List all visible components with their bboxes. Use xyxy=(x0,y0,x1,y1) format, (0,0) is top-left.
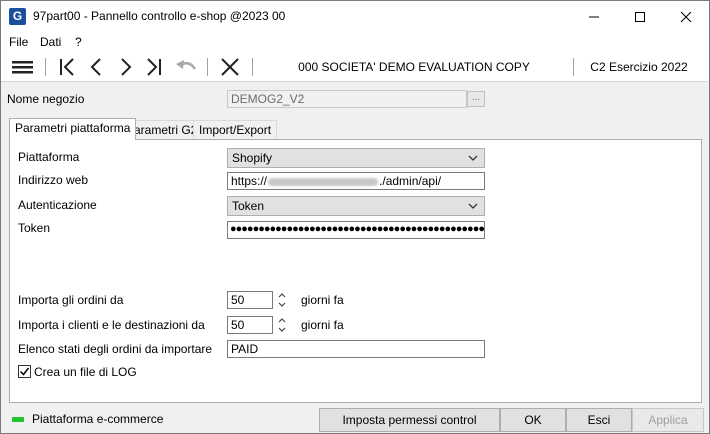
set-permissions-button[interactable]: Imposta permessi control xyxy=(319,408,500,432)
clients-unit: giorni fa xyxy=(301,318,344,332)
close-window-button[interactable] xyxy=(663,1,709,32)
maximize-icon xyxy=(635,12,645,22)
toolbar: 000 SOCIETA' DEMO EVALUATION COPY C2 Ese… xyxy=(1,52,709,82)
menu-button[interactable] xyxy=(10,55,36,79)
web-address-input[interactable]: https:// ./admin/api/ xyxy=(227,172,485,190)
menu-bar: File Dati ? xyxy=(1,32,709,52)
clients-days-value[interactable]: 50 xyxy=(227,316,273,334)
esci-button[interactable]: Esci xyxy=(566,408,632,432)
auth-select[interactable]: Token xyxy=(227,196,485,216)
web-address-label: Indirizzo web xyxy=(18,173,89,187)
orders-unit: giorni fa xyxy=(301,293,344,307)
token-label: Token xyxy=(18,221,51,235)
store-name-label: Nome negozio xyxy=(7,92,85,106)
previous-record-button[interactable] xyxy=(83,55,109,79)
ok-button[interactable]: OK xyxy=(500,408,566,432)
store-lookup-button[interactable]: ... xyxy=(467,91,485,107)
checkmark-icon xyxy=(19,367,30,376)
menu-file[interactable]: File xyxy=(9,35,28,49)
status-bar: Piattaforma e-commerce Imposta permessi … xyxy=(1,405,709,433)
toolbar-separator xyxy=(573,58,574,76)
first-record-icon xyxy=(60,58,74,76)
minimize-button[interactable] xyxy=(571,1,617,32)
menu-icon xyxy=(12,61,33,74)
redacted-text xyxy=(268,177,379,186)
close-icon xyxy=(680,11,692,23)
chevron-down-icon xyxy=(468,155,478,161)
menu-help[interactable]: ? xyxy=(75,35,82,49)
next-record-button[interactable] xyxy=(113,55,139,79)
last-record-icon xyxy=(147,58,161,76)
company-name: 000 SOCIETA' DEMO EVALUATION COPY xyxy=(298,60,530,74)
status-led-icon xyxy=(12,417,24,422)
log-checkbox-label[interactable]: Crea un file di LOG xyxy=(34,365,137,379)
toolbar-separator xyxy=(45,58,46,76)
close-x-icon xyxy=(221,58,239,76)
menu-dati[interactable]: Dati xyxy=(40,35,61,49)
undo-icon xyxy=(176,60,197,70)
auth-label: Autenticazione xyxy=(18,198,97,212)
platform-label: Piattaforma xyxy=(18,150,80,164)
toolbar-separator xyxy=(252,58,253,76)
minimize-icon xyxy=(589,16,599,18)
stepper-arrows-icon[interactable] xyxy=(275,291,289,309)
undo-button[interactable] xyxy=(173,55,199,79)
stepper-arrows-icon[interactable] xyxy=(275,316,289,334)
title-bar: G 97part00 - Pannello controllo e-shop @… xyxy=(1,1,709,32)
app-window: G 97part00 - Pannello controllo e-shop @… xyxy=(0,0,710,434)
orders-days-value[interactable]: 50 xyxy=(227,291,273,309)
toolbar-separator xyxy=(207,58,208,76)
first-record-button[interactable] xyxy=(55,55,81,79)
auth-select-value: Token xyxy=(232,199,265,213)
orders-label: Importa gli ordini da xyxy=(18,293,124,307)
delete-button[interactable] xyxy=(217,55,243,79)
log-checkbox[interactable] xyxy=(18,365,31,378)
order-states-label: Elenco stati degli ordini da importare xyxy=(18,342,213,356)
status-text: Piattaforma e-commerce xyxy=(32,412,164,426)
tab-import-export[interactable]: Import/Export xyxy=(193,120,278,140)
web-address-suffix: ./admin/api/ xyxy=(379,174,442,188)
chevron-down-icon xyxy=(468,203,478,209)
app-logo-icon: G xyxy=(9,8,26,25)
order-states-input[interactable]: PAID xyxy=(227,340,485,358)
platform-select-value: Shopify xyxy=(232,151,273,165)
web-address-prefix: https:// xyxy=(231,174,268,188)
platform-select[interactable]: Shopify xyxy=(227,148,485,168)
applica-button[interactable]: Applica xyxy=(632,408,704,432)
clients-label: Importa i clienti e le destinazioni da xyxy=(18,318,205,332)
window-title: 97part00 - Pannello controllo e-shop @20… xyxy=(33,9,286,23)
store-name-field: DEMOG2_V2 xyxy=(227,90,467,108)
fiscal-year: C2 Esercizio 2022 xyxy=(590,60,688,74)
token-input[interactable]: ●●●●●●●●●●●●●●●●●●●●●●●●●●●●●●●●●●●●●●●●… xyxy=(227,221,485,239)
next-record-icon xyxy=(121,58,132,76)
maximize-button[interactable] xyxy=(617,1,663,32)
previous-record-icon xyxy=(90,58,101,76)
tab-parametri-piattaforma[interactable]: Parametri piattaforma xyxy=(9,118,137,140)
last-record-button[interactable] xyxy=(141,55,167,79)
